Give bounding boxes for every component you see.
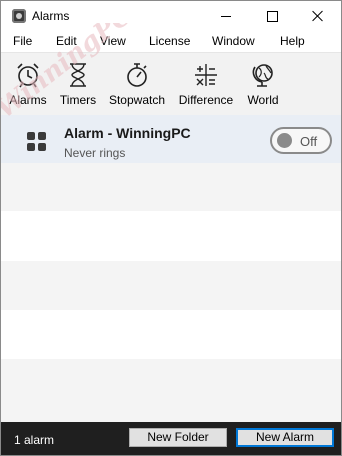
alarm-list: Alarm - WinningPC Never rings Off <box>1 115 341 422</box>
app-icon <box>12 9 26 23</box>
empty-row <box>1 261 341 310</box>
alarm-subtitle: Never rings <box>64 146 126 160</box>
toolbar-timers-label: Timers <box>59 93 97 107</box>
alarm-list-item[interactable]: Alarm - WinningPC Never rings Off <box>1 115 341 163</box>
minimize-icon <box>221 15 231 17</box>
empty-row <box>1 310 341 359</box>
empty-row <box>1 359 341 422</box>
hourglass-icon <box>70 63 86 87</box>
alarm-title: Alarm - WinningPC <box>64 125 191 141</box>
menu-window[interactable]: Window <box>212 34 255 48</box>
drag-handle-icon[interactable] <box>27 132 47 152</box>
minimize-button[interactable] <box>203 1 249 31</box>
toolbar-alarms[interactable]: Alarms <box>5 53 51 115</box>
menu-license[interactable]: License <box>149 34 190 48</box>
toggle-label: Off <box>300 134 318 149</box>
toolbar-difference-label: Difference <box>178 93 234 107</box>
toolbar-world-label: World <box>247 93 279 107</box>
new-folder-button[interactable]: New Folder <box>129 428 227 447</box>
toolbar: Alarms Timers Stopwatch Difference World <box>1 52 341 116</box>
maximize-button[interactable] <box>249 1 295 31</box>
toolbar-timers[interactable]: Timers <box>57 53 99 115</box>
title-bar: Alarms <box>1 1 341 31</box>
close-icon <box>312 10 324 22</box>
toolbar-stopwatch[interactable]: Stopwatch <box>105 53 169 115</box>
menu-edit[interactable]: Edit <box>56 34 77 48</box>
alarm-toggle[interactable]: Off <box>270 127 332 154</box>
alarm-clock-icon <box>17 63 39 88</box>
toolbar-stopwatch-label: Stopwatch <box>108 93 166 107</box>
globe-icon <box>252 64 273 87</box>
empty-row <box>1 211 341 261</box>
new-alarm-button[interactable]: New Alarm <box>236 428 334 447</box>
menu-file[interactable]: File <box>13 34 32 48</box>
menu-view[interactable]: View <box>100 34 126 48</box>
maximize-icon <box>266 10 278 22</box>
window-title: Alarms <box>32 9 70 23</box>
status-bar: 1 alarm New Folder New Alarm <box>1 422 341 455</box>
toolbar-difference[interactable]: Difference <box>175 53 237 115</box>
toggle-knob <box>277 133 292 148</box>
close-button[interactable] <box>295 1 341 31</box>
alarms-window: Alarms File Edit View License Window Hel… <box>0 0 342 456</box>
menu-help[interactable]: Help <box>280 34 305 48</box>
alarm-count: 1 alarm <box>14 433 55 447</box>
toolbar-world[interactable]: World <box>243 53 283 115</box>
toolbar-alarms-label: Alarms <box>9 93 47 107</box>
menu-bar: File Edit View License Window Help <box>1 31 341 51</box>
empty-row <box>1 163 341 211</box>
calculator-icon <box>195 64 217 86</box>
stopwatch-icon <box>127 63 147 87</box>
